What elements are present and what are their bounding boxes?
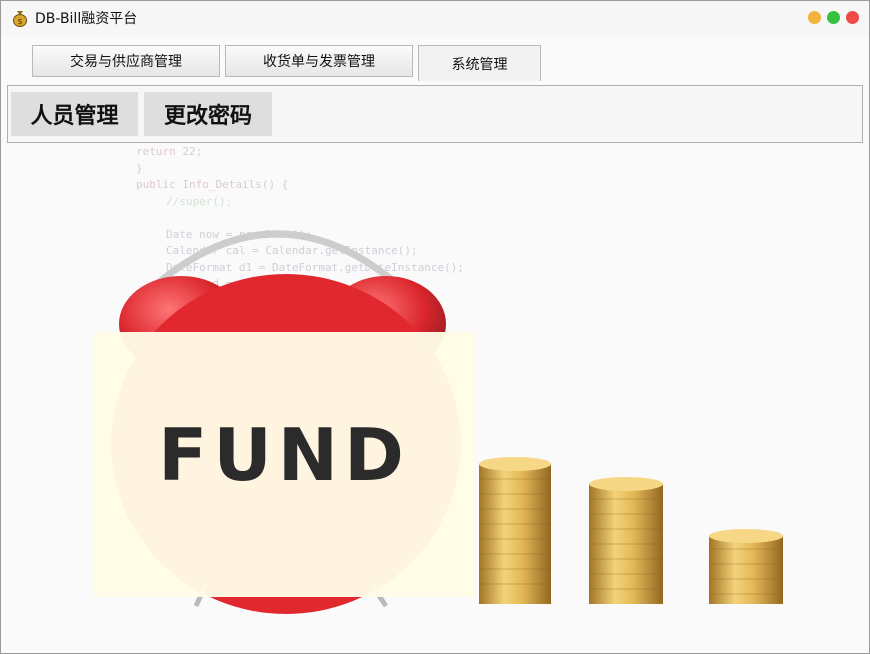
money-bag-icon: $ bbox=[11, 9, 29, 27]
system-management-panel: 人员管理 更改密码 bbox=[7, 85, 863, 143]
tab-trade-supplier[interactable]: 交易与供应商管理 bbox=[32, 45, 220, 77]
window-title: DB-Bill融资平台 bbox=[35, 11, 138, 27]
minimize-button[interactable] bbox=[808, 11, 821, 24]
app-window: return 22;} public Info_Details() {//supe… bbox=[0, 0, 870, 654]
personnel-management-button[interactable]: 人员管理 bbox=[11, 92, 138, 136]
fund-banner-image: FUND bbox=[1, 144, 869, 653]
svg-text:$: $ bbox=[17, 17, 22, 26]
tab-system-management[interactable]: 系统管理 bbox=[418, 45, 541, 81]
title-bar: $ DB-Bill融资平台 bbox=[1, 1, 869, 35]
main-tab-bar: 交易与供应商管理 收货单与发票管理 系统管理 bbox=[1, 35, 869, 83]
close-button[interactable] bbox=[846, 11, 859, 24]
change-password-button[interactable]: 更改密码 bbox=[144, 92, 272, 136]
maximize-button[interactable] bbox=[827, 11, 840, 24]
tab-receipt-invoice[interactable]: 收货单与发票管理 bbox=[225, 45, 413, 77]
